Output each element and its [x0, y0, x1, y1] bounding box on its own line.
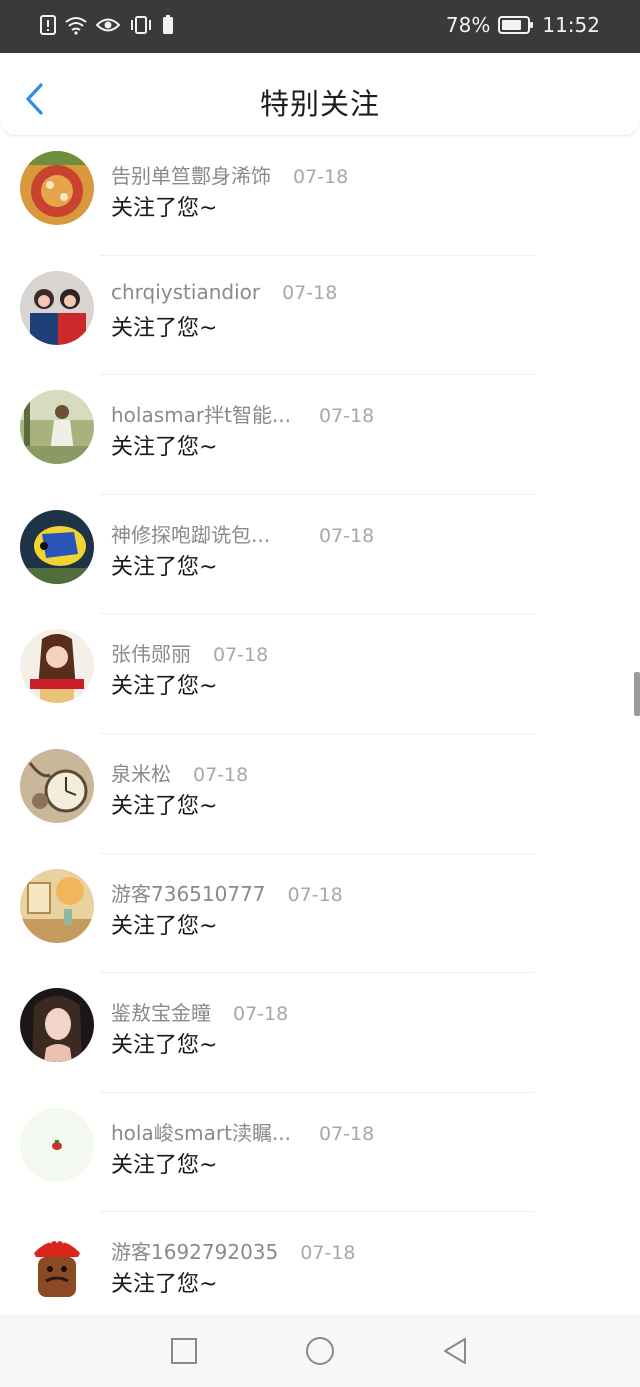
- username[interactable]: 泉米松: [111, 758, 171, 787]
- action-text: 关注了您~: [111, 315, 218, 341]
- list-item[interactable]: 游客1692792035 07-18 关注了您~: [0, 1212, 640, 1332]
- name-row: 告别单笪鄷身浠饰 07-18: [111, 160, 348, 188]
- action-text: 关注了您~: [111, 1272, 218, 1298]
- list-item[interactable]: 泉米松 07-18 关注了您~: [0, 734, 640, 854]
- list-item[interactable]: 鉴敖宝金瞳 07-18 关注了您~: [0, 973, 640, 1093]
- avatar[interactable]: [20, 1227, 94, 1302]
- date: 07-18: [319, 405, 375, 428]
- action-text: 关注了您~: [111, 196, 218, 221]
- clock: 11:52: [542, 13, 600, 37]
- recents-square-icon: [171, 1338, 197, 1364]
- date: 07-18: [213, 644, 269, 667]
- name-row: holasmar拌t智能... 07-18: [111, 399, 374, 427]
- action-text: 关注了您~: [111, 554, 218, 580]
- date: 07-18: [319, 524, 375, 547]
- battery-small-icon: [162, 15, 174, 35]
- page-title: 特别关注: [259, 87, 380, 121]
- eye-icon: [96, 16, 120, 34]
- username[interactable]: 神修探咆踋诜包...: [111, 519, 297, 548]
- username[interactable]: 游客1692792035: [111, 1236, 278, 1265]
- action-text: 关注了您~: [111, 913, 218, 939]
- list-item[interactable]: hola峻smart渎瞩... 07-18 关注了您~: [0, 1093, 640, 1213]
- wifi-icon: [65, 15, 87, 35]
- list-item[interactable]: 游客736510777 07-18 关注了您~: [0, 854, 640, 974]
- name-row: chrqiystiandior 07-18: [111, 280, 337, 308]
- username[interactable]: 游客736510777: [111, 878, 266, 907]
- username[interactable]: 张伟郧丽: [111, 638, 191, 667]
- username[interactable]: chrqiystiandior: [111, 280, 260, 304]
- date: 07-18: [300, 1242, 356, 1265]
- name-row: 游客736510777 07-18: [111, 878, 343, 906]
- nav-header: 特别关注: [0, 53, 640, 136]
- avatar[interactable]: [20, 151, 94, 225]
- recents-button[interactable]: [168, 1335, 200, 1367]
- name-row: 神修探咆踋诜包... 07-18: [111, 519, 374, 547]
- avatar[interactable]: [20, 1107, 94, 1182]
- list-item[interactable]: holasmar拌t智能... 07-18 关注了您~: [0, 375, 640, 495]
- back-nav-button[interactable]: [440, 1335, 472, 1367]
- name-row: 张伟郧丽 07-18: [111, 638, 268, 666]
- date: 07-18: [282, 281, 338, 304]
- username[interactable]: holasmar拌t智能...: [111, 399, 297, 428]
- battery-icon: [498, 15, 534, 35]
- alert-icon: [40, 14, 56, 36]
- date: 07-18: [233, 1003, 289, 1026]
- avatar[interactable]: [20, 390, 94, 465]
- system-nav-bar: [0, 1315, 640, 1387]
- back-triangle-icon: [444, 1338, 466, 1364]
- username[interactable]: 鉴敖宝金瞳: [111, 997, 211, 1026]
- name-row: 泉米松 07-18: [111, 758, 248, 786]
- vibrate-icon: [129, 15, 153, 35]
- status-bar: 78% 11:52: [0, 0, 640, 53]
- list-item[interactable]: 告别单笪鄷身浠饰 07-18 关注了您~: [0, 136, 640, 256]
- avatar[interactable]: [20, 270, 94, 345]
- action-text: 关注了您~: [111, 793, 218, 819]
- name-row: hola峻smart渎瞩... 07-18: [111, 1117, 374, 1145]
- list-item[interactable]: chrqiystiandior 07-18 关注了您~: [0, 256, 640, 376]
- status-right: 78% 11:52: [446, 13, 600, 37]
- follow-list: 告别单笪鄷身浠饰 07-18 关注了您~ chrqiystiandior 07-…: [0, 136, 640, 1332]
- action-text: 关注了您~: [111, 1033, 218, 1059]
- list-item[interactable]: 张伟郧丽 07-18 关注了您~: [0, 614, 640, 734]
- status-icons-left: [40, 14, 174, 36]
- date: 07-18: [193, 763, 249, 786]
- avatar[interactable]: [20, 509, 94, 584]
- avatar[interactable]: [20, 988, 94, 1063]
- name-row: 游客1692792035 07-18: [111, 1236, 355, 1264]
- username[interactable]: 告别单笪鄷身浠饰: [111, 160, 271, 189]
- battery-percent: 78%: [445, 13, 491, 37]
- action-text: 关注了您~: [111, 435, 218, 461]
- home-circle-icon: [306, 1337, 334, 1365]
- date: 07-18: [293, 166, 349, 188]
- action-text: 关注了您~: [111, 1152, 218, 1178]
- list-item[interactable]: 神修探咆踋诜包... 07-18 关注了您~: [0, 495, 640, 615]
- avatar[interactable]: [20, 748, 94, 823]
- avatar[interactable]: [20, 868, 94, 943]
- home-button[interactable]: [304, 1335, 336, 1367]
- avatar[interactable]: [20, 629, 94, 704]
- name-row: 鉴敖宝金瞳 07-18: [111, 997, 288, 1025]
- date: 07-18: [287, 883, 343, 906]
- date: 07-18: [319, 1122, 375, 1145]
- username[interactable]: hola峻smart渎瞩...: [111, 1117, 297, 1146]
- scrollbar[interactable]: [634, 672, 640, 716]
- action-text: 关注了您~: [111, 674, 218, 700]
